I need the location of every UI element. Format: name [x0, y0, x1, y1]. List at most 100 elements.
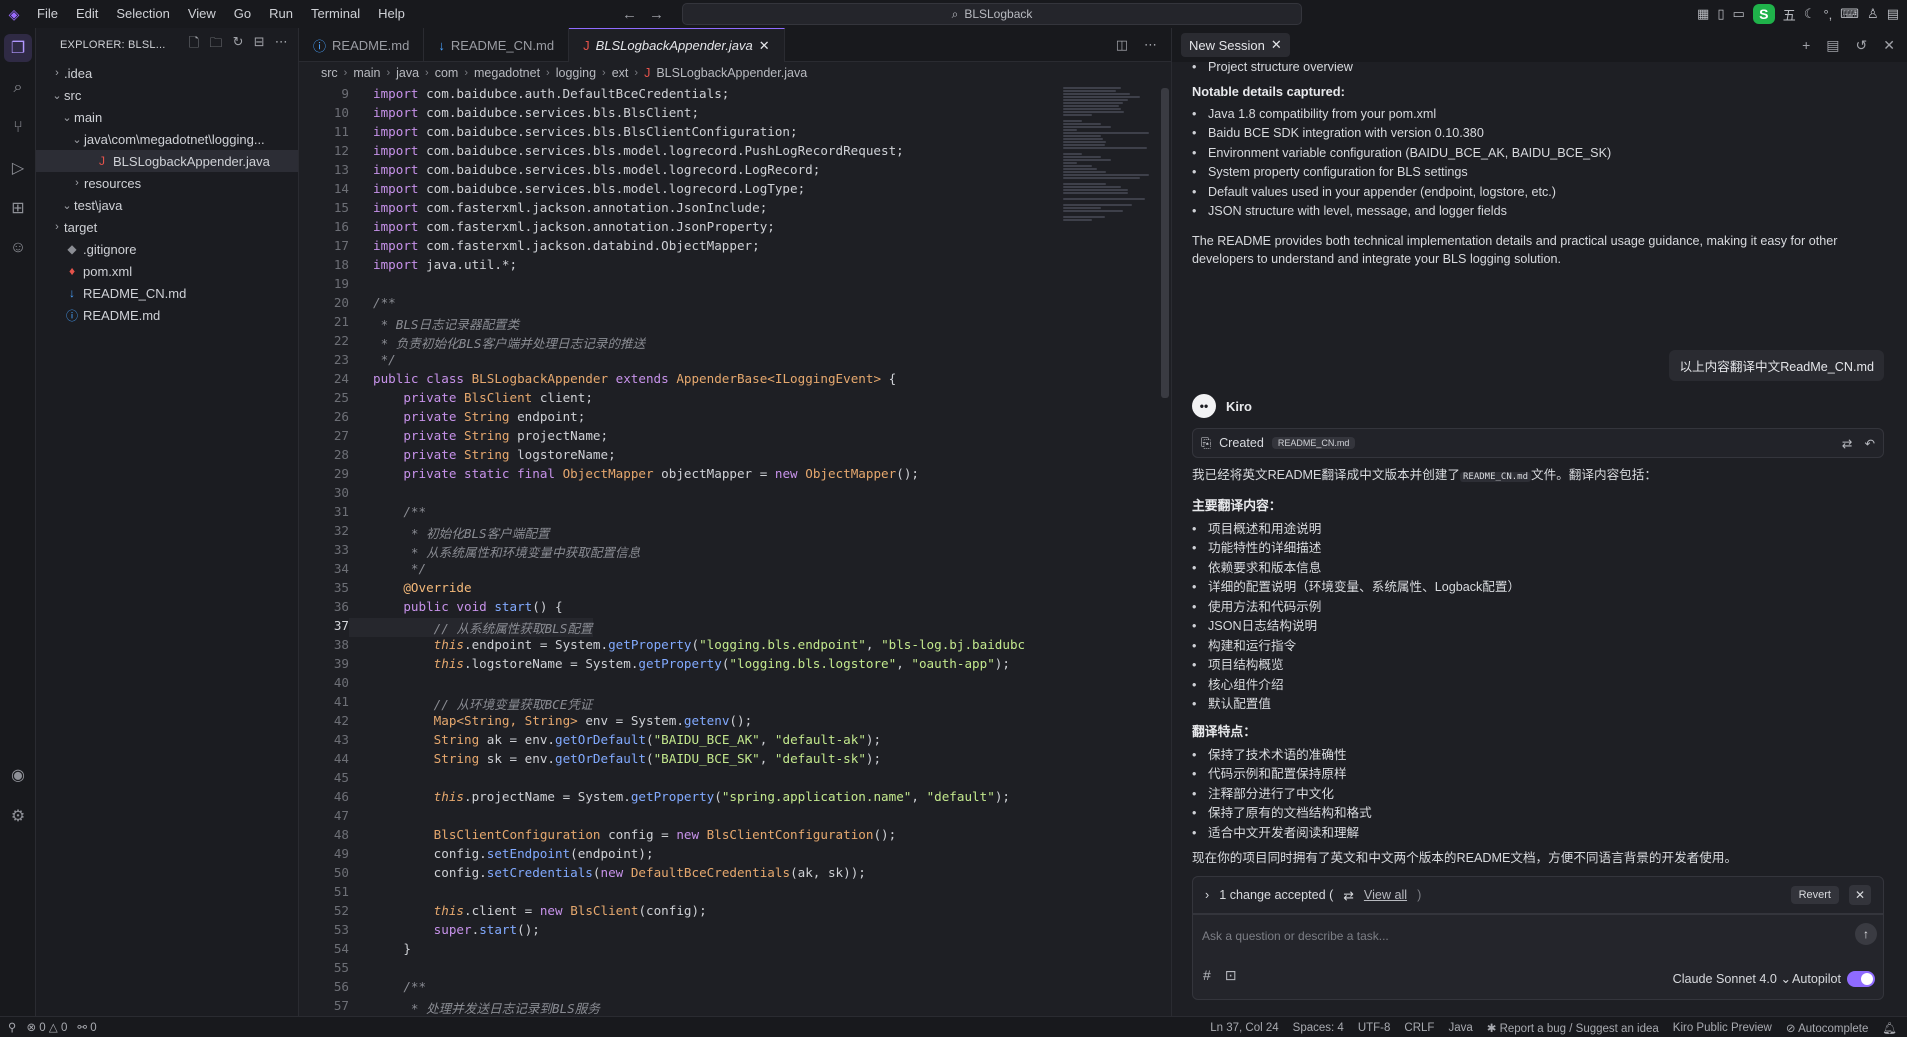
refresh-icon[interactable]: ↻	[233, 34, 244, 56]
language-mode[interactable]: Java	[1448, 1022, 1472, 1034]
close-icon[interactable]: ✕	[759, 38, 770, 54]
agent-name: Kiro	[1226, 398, 1252, 414]
split-editor-icon[interactable]: ◫	[1116, 37, 1128, 53]
chat-input[interactable]: Ask a question or describe a task...	[1202, 929, 1389, 943]
image-icon[interactable]: ⊡	[1225, 967, 1237, 984]
chat-tab-new-session[interactable]: New Session ✕	[1181, 33, 1290, 57]
chevron-right-icon[interactable]: ›	[1205, 888, 1209, 902]
close-panel-icon[interactable]: ✕	[1883, 37, 1895, 54]
breadcrumb-item[interactable]: main	[353, 66, 380, 80]
tree-item[interactable]: ⌄ src	[36, 84, 298, 106]
revert-button[interactable]: Revert	[1790, 886, 1839, 904]
tree-item[interactable]: › target	[36, 216, 298, 238]
collapse-all-icon[interactable]: ⊟	[254, 34, 265, 56]
toggle-sidebar-icon[interactable]: ▯	[1717, 6, 1724, 22]
menu-run[interactable]: Run	[260, 0, 302, 28]
tree-item[interactable]: › resources	[36, 172, 298, 194]
bell-icon[interactable]: 🔔︎	[1882, 1021, 1897, 1035]
run-debug-icon[interactable]: ▷	[4, 154, 32, 182]
window-title: BLSLogback	[964, 7, 1033, 21]
explorer-icon[interactable]: ❐	[4, 34, 32, 62]
person-icon[interactable]: ♙	[1867, 6, 1879, 22]
editor-tab[interactable]: ⓘ README.md	[299, 28, 425, 62]
model-selector[interactable]: Claude Sonnet 4.0 ⌄	[1673, 971, 1791, 986]
indentation[interactable]: Spaces: 4	[1293, 1022, 1344, 1034]
tree-item[interactable]: ⌄ test\java	[36, 194, 298, 216]
line-ending[interactable]: CRLF	[1404, 1022, 1434, 1034]
account-icon[interactable]: ◉	[4, 761, 32, 789]
report-bug[interactable]: ✱ Report a bug / Suggest an idea	[1487, 1021, 1659, 1035]
forward-arrow-icon[interactable]: →	[649, 6, 664, 23]
new-folder-icon[interactable]: 🗀	[209, 34, 222, 56]
hash-icon[interactable]: #	[1203, 967, 1211, 984]
reply-intro: 我已经将英文README翻译成中文版本并创建了 README_CN.md 文件。翻译…	[1192, 466, 1888, 487]
toggle-switch[interactable]	[1847, 971, 1875, 987]
ime-logo-icon[interactable]: S	[1752, 4, 1775, 24]
command-center[interactable]: ⌕ BLSLogback	[682, 3, 1302, 25]
toggle-panel-icon[interactable]: ▭	[1733, 6, 1745, 22]
problems-status[interactable]: ⊗ 0 △ 0	[26, 1020, 67, 1034]
tree-item[interactable]: ◆ .gitignore	[36, 238, 298, 260]
tree-item[interactable]: ↓ README_CN.md	[36, 282, 298, 304]
undo-icon[interactable]: ↶	[1864, 436, 1875, 451]
breadcrumb-item[interactable]: com	[435, 66, 459, 80]
tree-item[interactable]: ⓘ README.md	[36, 304, 298, 326]
plus-icon[interactable]: +	[1802, 37, 1810, 54]
minimap[interactable]	[1063, 86, 1159, 286]
remote-icon[interactable]: ⚲	[8, 1020, 16, 1034]
more-actions-icon[interactable]: ⋯	[1144, 37, 1157, 53]
tree-item[interactable]: ♦ pom.xml	[36, 260, 298, 282]
tree-item[interactable]: ⌄ java\com\megadotnet\logging...	[36, 128, 298, 150]
back-arrow-icon[interactable]: ←	[622, 6, 637, 23]
breadcrumb-item[interactable]: BLSLogbackAppender.java	[656, 66, 807, 80]
menu-go[interactable]: Go	[225, 0, 260, 28]
more-icon[interactable]: ⋯	[275, 34, 288, 56]
extensions-icon[interactable]: ⊞	[4, 194, 32, 222]
menu-selection[interactable]: Selection	[107, 0, 178, 28]
search-icon[interactable]: ⌕	[4, 74, 32, 102]
menu-terminal[interactable]: Terminal	[302, 0, 369, 28]
tree-item[interactable]: › .idea	[36, 62, 298, 84]
editor-scrollbar[interactable]	[1161, 88, 1169, 398]
autocomplete-status[interactable]: ⊘ Autocomplete	[1786, 1021, 1869, 1035]
minimap-line	[1063, 207, 1102, 209]
breadcrumb-item[interactable]: megadotnet	[474, 66, 540, 80]
layout-icon[interactable]: ▦	[1697, 6, 1709, 22]
open-diff-icon[interactable]: ⇄	[1842, 436, 1853, 451]
menu-edit[interactable]: Edit	[67, 0, 107, 28]
cursor-position[interactable]: Ln 37, Col 24	[1210, 1022, 1278, 1034]
breadcrumb-item[interactable]: java	[396, 66, 419, 80]
created-file-card[interactable]: ⎘ Created README_CN.md ⇄ ↶	[1192, 428, 1884, 458]
ports-status[interactable]: ⚯ 0	[77, 1020, 96, 1034]
menu-view[interactable]: View	[179, 0, 225, 28]
tree-item[interactable]: J BLSLogbackAppender.java	[36, 150, 298, 172]
history-icon[interactable]: ↺	[1856, 37, 1868, 54]
punctuation-icon[interactable]: °,	[1823, 7, 1832, 22]
menu-help[interactable]: Help	[369, 0, 414, 28]
editor-tab[interactable]: ↓ README_CN.md	[424, 28, 570, 62]
dismiss-button[interactable]: ✕	[1849, 885, 1871, 905]
breadcrumb-item[interactable]: ext	[612, 66, 629, 80]
send-button[interactable]: ↑	[1855, 923, 1877, 945]
code-view[interactable]: 9 import com.baidubce.auth.DefaultBceCred…	[299, 86, 1059, 1014]
menu-file[interactable]: File	[28, 0, 67, 28]
breadcrumb-item[interactable]: logging	[556, 66, 596, 80]
apps-icon[interactable]: ▤	[1887, 6, 1899, 22]
view-all-link[interactable]: View all	[1364, 888, 1407, 902]
source-control-icon[interactable]: ⑂	[4, 114, 32, 142]
gear-icon[interactable]: ⚙	[4, 802, 32, 830]
sessions-icon[interactable]: ▤	[1826, 37, 1839, 54]
encoding[interactable]: UTF-8	[1358, 1022, 1391, 1034]
breadcrumb-item[interactable]: src	[321, 66, 338, 80]
close-icon[interactable]: ✕	[1271, 37, 1282, 53]
preview-label[interactable]: Kiro Public Preview	[1673, 1022, 1772, 1034]
tree-item[interactable]: ⌄ main	[36, 106, 298, 128]
editor-tab[interactable]: J BLSLogbackAppender.java ✕	[569, 28, 785, 62]
new-file-icon[interactable]: 🗋	[189, 34, 200, 56]
autopilot-toggle[interactable]: Autopilot	[1792, 971, 1875, 987]
keyboard-icon[interactable]: ⌨	[1840, 6, 1859, 22]
ime-mode[interactable]: 五	[1783, 5, 1796, 24]
created-file-chip[interactable]: README_CN.md	[1271, 437, 1356, 449]
moon-icon[interactable]: ☾	[1804, 6, 1816, 22]
kiro-ghost-icon[interactable]: ☺	[4, 234, 32, 262]
